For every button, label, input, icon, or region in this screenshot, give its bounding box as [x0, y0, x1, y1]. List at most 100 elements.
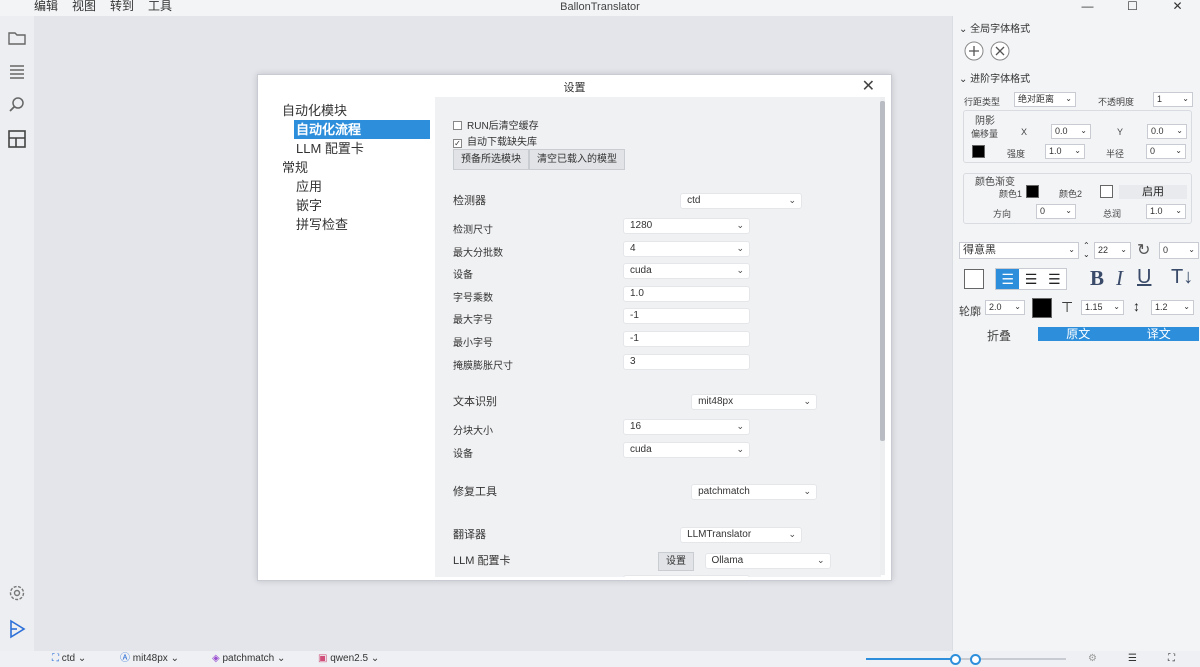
layout-icon[interactable]: [7, 129, 27, 149]
translator-select[interactable]: LLMTranslator ⌄: [680, 527, 803, 544]
stroke-color-swatch[interactable]: [1032, 298, 1052, 318]
shadow-y-select[interactable]: 0.0 ⌄: [1147, 124, 1187, 139]
nav-item-spellcheck[interactable]: 拼写检查: [282, 215, 430, 234]
param-select[interactable]: cuda ⌄: [623, 263, 750, 280]
font-family-select[interactable]: 得意黑 ⌄: [959, 242, 1079, 259]
clear-cache-checkbox[interactable]: RUN后清空缓存: [453, 117, 539, 132]
close-icon[interactable]: ✕: [1155, 0, 1200, 13]
underline-icon[interactable]: U: [1137, 266, 1151, 289]
fullscreen-icon[interactable]: ⛶: [1168, 652, 1175, 666]
unload-models-button[interactable]: 清空已载入的模型: [529, 149, 625, 170]
opacity-slider-handle[interactable]: [970, 654, 981, 665]
bold-icon[interactable]: B: [1090, 266, 1104, 291]
tab-translation[interactable]: 译文: [1119, 327, 1200, 341]
run-icon[interactable]: [7, 619, 27, 639]
param-input[interactable]: -1: [623, 308, 750, 325]
status-ocr[interactable]: Ⓐ mit48px ⌄: [120, 652, 179, 666]
param-select[interactable]: 1280 ⌄: [623, 218, 750, 234]
close-icon[interactable]: ✕: [862, 76, 875, 96]
shadow-color-swatch[interactable]: [972, 145, 985, 158]
scrollbar-thumb[interactable]: [880, 101, 885, 441]
eraser-icon: ◈: [212, 653, 220, 664]
advanced-format-header[interactable]: ⌄ 进阶字体格式: [959, 70, 1030, 85]
param-select[interactable]: cuda ⌄: [623, 441, 750, 458]
param-input[interactable]: -1: [623, 331, 750, 347]
dialog-title: 设置: [563, 82, 586, 94]
add-icon[interactable]: [964, 41, 984, 61]
chevron-down-icon: ⌄: [1183, 302, 1190, 311]
status-translator[interactable]: ▣ qwen2.5 ⌄: [318, 652, 379, 666]
nav-item-automation-modules[interactable]: 自动化模块: [282, 101, 430, 120]
detector-select[interactable]: ctd ⌄: [680, 193, 803, 210]
folder-icon[interactable]: [7, 28, 27, 48]
nav-item-typesetting[interactable]: 嵌字: [282, 196, 430, 215]
font-size-select[interactable]: 22 ⌄: [1094, 242, 1131, 259]
gradient-scale-select[interactable]: 1.0 ⌄: [1146, 204, 1186, 219]
title-bar: 编辑 视图 转到 工具 BallonTranslator — ☐ ✕: [0, 0, 1200, 16]
shadow-x-select[interactable]: 0.0 ⌄: [1051, 124, 1091, 139]
gradient-enable-button[interactable]: 启用: [1119, 185, 1187, 199]
shadow-strength-select[interactable]: 1.0 ⌄: [1045, 144, 1085, 159]
maximize-icon[interactable]: ☐: [1110, 0, 1155, 13]
detector-section: 检测器 ctd ⌄: [453, 192, 803, 210]
status-bar: ⛶ ctd ⌄ Ⓐ mit48px ⌄ ◈ patchmatch ⌄ ▣ qwe…: [0, 651, 1200, 667]
align-left-icon[interactable]: ☰: [996, 269, 1020, 289]
scrollbar[interactable]: [880, 97, 885, 575]
zoom-slider-fill: [866, 658, 956, 660]
font-color-swatch[interactable]: [964, 269, 984, 289]
chevron-down-icon: ⌄: [736, 242, 744, 253]
param-select[interactable]: 16 ⌄: [623, 419, 750, 435]
italic-icon[interactable]: I: [1116, 266, 1123, 291]
line-spacing-select[interactable]: 1.2 ⌄: [1151, 300, 1194, 315]
llm-select[interactable]: Ollama ⌄: [704, 553, 831, 570]
align-right-icon[interactable]: ☰: [1043, 269, 1066, 289]
gradient-color2-swatch[interactable]: [1100, 185, 1113, 198]
global-format-header[interactable]: ⌄ 全局字体格式: [959, 20, 1030, 35]
nav-item-app[interactable]: 应用: [282, 177, 430, 196]
nav-item-automation-flow[interactable]: 自动化流程: [294, 120, 430, 139]
checkbox-checked-icon: ✓: [453, 139, 462, 148]
inpaint-select[interactable]: patchmatch ⌄: [691, 484, 818, 501]
rotate-icon[interactable]: ↻: [1137, 240, 1150, 260]
fold-button[interactable]: 折叠: [987, 327, 1011, 344]
gradient-color2-label: 颜色2: [1059, 189, 1083, 199]
gradient-color1-swatch[interactable]: [1026, 185, 1039, 198]
rotation-select[interactable]: 0 ⌄: [1159, 242, 1199, 259]
llm-settings-button[interactable]: 设置: [658, 552, 694, 571]
line-spacing-icon[interactable]: ↕: [1133, 298, 1140, 314]
param-input[interactable]: 1.0: [623, 285, 750, 302]
vertical-text-icon[interactable]: T↓: [1171, 266, 1193, 289]
nav-item-general[interactable]: 常规: [282, 158, 430, 177]
shadow-radius-select[interactable]: 0 ⌄: [1146, 144, 1186, 159]
search-icon[interactable]: [7, 95, 27, 115]
opacity-select[interactable]: 1 ⌄: [1153, 92, 1193, 107]
gradient-scale-label: 总润: [1103, 209, 1122, 219]
auto-download-checkbox[interactable]: ✓ 自动下载缺失库: [453, 133, 537, 148]
text-panel-icon[interactable]: ☰: [1128, 652, 1137, 666]
font-size-stepper-icon[interactable]: ⌃ ⌄: [1083, 241, 1090, 259]
zoom-slider-handle[interactable]: [950, 654, 961, 665]
chevron-down-icon: ⌄: [736, 421, 744, 431]
stroke-width-select[interactable]: 2.0 ⌄: [985, 300, 1025, 315]
shadow-offset-label: 偏移量: [971, 129, 999, 139]
gradient-direction-select[interactable]: 0 ⌄: [1036, 204, 1076, 219]
minimize-icon[interactable]: —: [1065, 0, 1110, 13]
status-detector[interactable]: ⛶ ctd ⌄: [52, 652, 86, 666]
gear-icon[interactable]: [7, 583, 27, 603]
letter-spacing-select[interactable]: 1.15 ⌄: [1081, 300, 1124, 315]
param-select[interactable]: 4 ⌄: [623, 240, 750, 257]
align-center-icon[interactable]: ☰: [1019, 269, 1042, 289]
settings-icon[interactable]: ⚙: [1088, 652, 1097, 666]
line-spacing-type-select[interactable]: 绝对距离 ⌄: [1014, 92, 1076, 107]
status-inpaint[interactable]: ◈ patchmatch ⌄: [212, 652, 285, 666]
next-field[interactable]: [623, 575, 750, 577]
letter-spacing-icon[interactable]: ⊤: [1061, 299, 1073, 316]
nav-item-llm-card[interactable]: LLM 配置卡: [282, 139, 430, 158]
list-icon[interactable]: [7, 61, 27, 81]
clear-icon[interactable]: [990, 41, 1010, 61]
ocr-select[interactable]: mit48px ⌄: [691, 394, 818, 411]
tab-source[interactable]: 原文: [1038, 327, 1119, 341]
chevron-down-icon: ⌄: [1175, 146, 1182, 155]
param-input[interactable]: 3: [623, 353, 750, 370]
preload-modules-button[interactable]: 预备所选模块: [453, 149, 529, 170]
